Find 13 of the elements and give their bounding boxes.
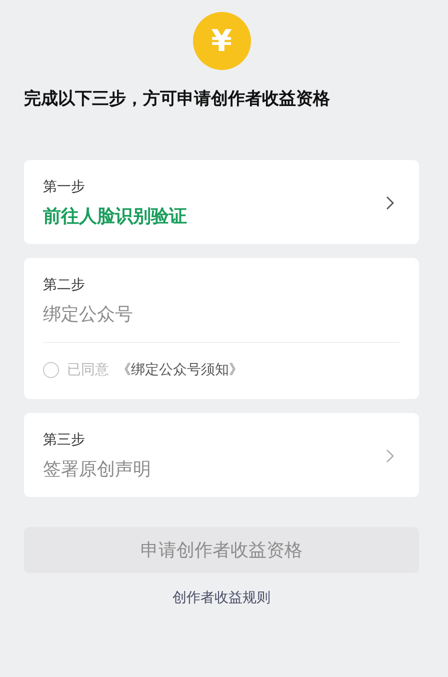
step-label: 第二步 [43, 276, 86, 294]
step-label: 第一步 [43, 178, 86, 196]
step-title: 签署原创声明 [43, 458, 152, 481]
step-label: 第三步 [43, 431, 86, 449]
radio-button[interactable] [43, 362, 59, 378]
agreement-text: 已同意 [67, 361, 109, 379]
step-title: 绑定公众号 [43, 303, 134, 326]
agreement-link[interactable]: 《绑定公众号须知》 [117, 361, 243, 379]
chevron-icon[interactable] [385, 195, 395, 211]
page-title: 完成以下三步，方可申请创作者收益资格 [24, 88, 331, 110]
yuan-icon: ¥ [192, 12, 250, 70]
step-title: 前往人脸识别验证 [43, 205, 188, 228]
rules-link[interactable]: 创作者收益规则 [172, 589, 270, 607]
